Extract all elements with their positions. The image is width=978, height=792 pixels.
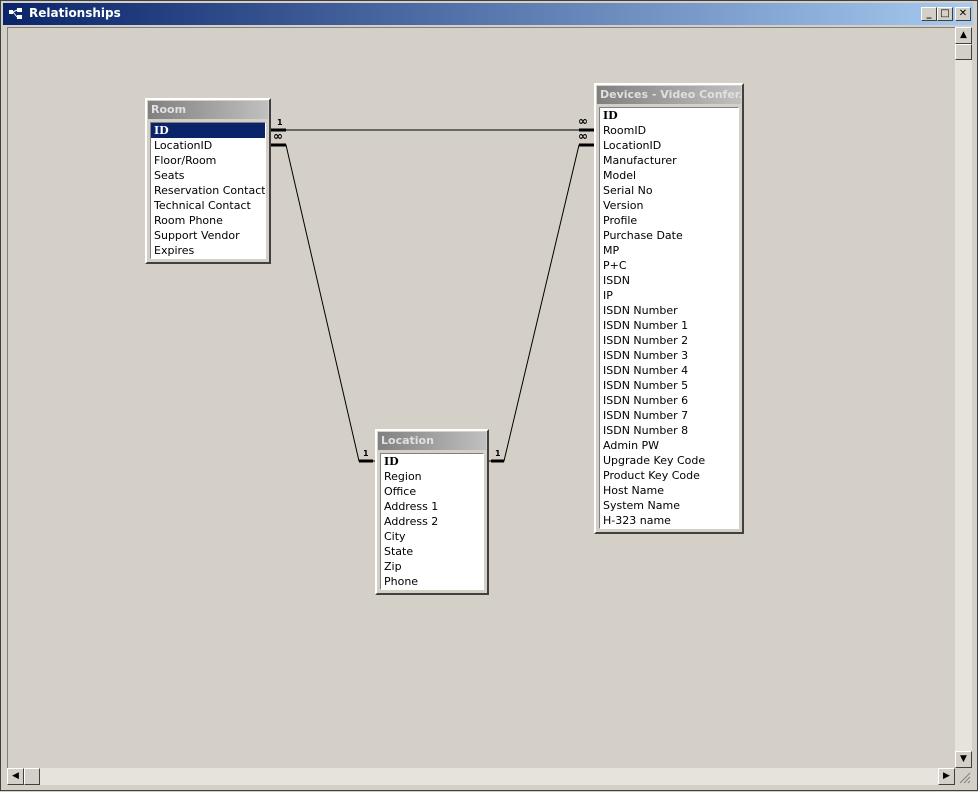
- field-item[interactable]: Address 2: [381, 514, 483, 529]
- field-item[interactable]: Seats: [151, 168, 265, 183]
- field-item[interactable]: Phone: [381, 574, 483, 589]
- field-item[interactable]: P+C: [600, 258, 738, 273]
- field-item[interactable]: Manufacturer: [600, 153, 738, 168]
- field-item[interactable]: Serial No: [600, 183, 738, 198]
- cardinality-one-room: 1: [277, 118, 283, 127]
- relationship-line-room-location[interactable]: [271, 144, 375, 462]
- field-item[interactable]: ISDN Number 7: [600, 408, 738, 423]
- field-item[interactable]: ID: [151, 123, 265, 138]
- field-item[interactable]: Admin PW: [600, 438, 738, 453]
- field-item[interactable]: LocationID: [151, 138, 265, 153]
- cardinality-many-devices-locationid: ∞: [578, 129, 588, 143]
- field-item[interactable]: H-323 name: [600, 513, 738, 528]
- field-item[interactable]: ISDN: [600, 273, 738, 288]
- cardinality-one-location-right: 1: [495, 449, 501, 458]
- field-item[interactable]: IP: [600, 288, 738, 303]
- cardinality-many-devices-roomid: ∞: [578, 114, 588, 128]
- room-field-list[interactable]: ID LocationID Floor/Room Seats Reservati…: [150, 122, 266, 259]
- field-item[interactable]: Product Key Code: [600, 468, 738, 483]
- cardinality-many-room: ∞: [273, 129, 283, 143]
- scroll-right-button[interactable]: ▶: [938, 768, 955, 785]
- field-item[interactable]: Support Vendor: [151, 228, 265, 243]
- location-field-list[interactable]: ID Region Office Address 1 Address 2 Cit…: [380, 453, 484, 590]
- room-table-title[interactable]: Room: [148, 101, 268, 119]
- field-item[interactable]: Reservation Contact: [151, 183, 265, 198]
- relationship-line-devices-location[interactable]: [489, 144, 594, 462]
- horizontal-scroll-thumb[interactable]: [24, 768, 40, 785]
- vertical-scrollbar[interactable]: ▲ ▼: [955, 27, 972, 768]
- field-item[interactable]: ISDN Number 3: [600, 348, 738, 363]
- field-item[interactable]: Office: [381, 484, 483, 499]
- field-item[interactable]: Profile: [600, 213, 738, 228]
- location-table[interactable]: Location ID Region Office Address 1 Addr…: [375, 429, 489, 595]
- scroll-left-button[interactable]: ◀: [7, 768, 24, 785]
- field-item[interactable]: Purchase Date: [600, 228, 738, 243]
- field-item[interactable]: Floor/Room: [151, 153, 265, 168]
- field-item[interactable]: City: [381, 529, 483, 544]
- scroll-up-button[interactable]: ▲: [955, 27, 972, 44]
- field-item[interactable]: System Name: [600, 498, 738, 513]
- field-item[interactable]: Upgrade Key Code: [600, 453, 738, 468]
- field-item[interactable]: ISDN Number 5: [600, 378, 738, 393]
- scroll-down-button[interactable]: ▼: [955, 751, 972, 768]
- field-item[interactable]: Model: [600, 168, 738, 183]
- field-item[interactable]: Host Name: [600, 483, 738, 498]
- field-item[interactable]: ID: [381, 454, 483, 469]
- field-item[interactable]: ISDN Number 8: [600, 423, 738, 438]
- resize-grip[interactable]: [955, 768, 972, 785]
- field-item[interactable]: Zip: [381, 559, 483, 574]
- devices-table[interactable]: Devices - Video Confer... ID RoomID Loca…: [594, 83, 744, 534]
- field-item[interactable]: ISDN Number: [600, 303, 738, 318]
- devices-table-title[interactable]: Devices - Video Confer...: [597, 86, 741, 104]
- field-item[interactable]: ISDN Number 1: [600, 318, 738, 333]
- devices-field-list[interactable]: ID RoomID LocationID Manufacturer Model …: [599, 107, 739, 529]
- field-item[interactable]: ISDN Number 4: [600, 363, 738, 378]
- field-item[interactable]: Address 1: [381, 499, 483, 514]
- horizontal-scrollbar[interactable]: ◀ ▶: [7, 768, 955, 785]
- field-item[interactable]: RoomID: [600, 123, 738, 138]
- resize-grip-icon: [959, 772, 971, 784]
- field-item[interactable]: LocationID: [600, 138, 738, 153]
- field-item[interactable]: ID: [600, 108, 738, 123]
- field-item[interactable]: MP: [600, 243, 738, 258]
- field-item[interactable]: Room Phone: [151, 213, 265, 228]
- field-item[interactable]: Technical Contact: [151, 198, 265, 213]
- vertical-scroll-thumb[interactable]: [955, 44, 972, 60]
- location-table-title[interactable]: Location: [378, 432, 486, 450]
- field-item[interactable]: ISDN Number 6: [600, 393, 738, 408]
- field-item[interactable]: State: [381, 544, 483, 559]
- relationships-window: Relationships _ □ ✕ 1 ∞ ∞ ∞ 1 1 Room ID …: [0, 0, 978, 791]
- field-item[interactable]: Expires: [151, 243, 265, 258]
- field-item[interactable]: Version: [600, 198, 738, 213]
- field-item[interactable]: Region: [381, 469, 483, 484]
- field-item[interactable]: ISDN Number 2: [600, 333, 738, 348]
- cardinality-one-location-left: 1: [363, 449, 369, 458]
- room-table[interactable]: Room ID LocationID Floor/Room Seats Rese…: [145, 98, 271, 264]
